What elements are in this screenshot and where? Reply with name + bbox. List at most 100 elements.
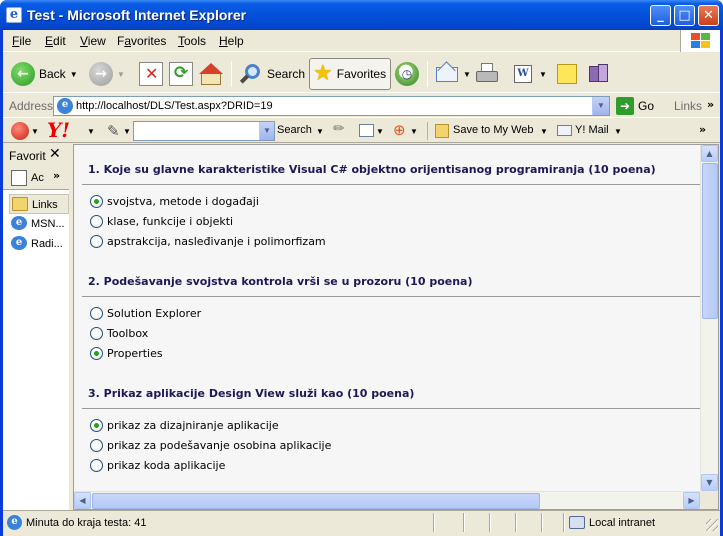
refresh-icon: ⟳ xyxy=(169,62,193,86)
radio-button[interactable] xyxy=(90,194,103,208)
ie-page-icon: e xyxy=(11,216,27,230)
close-pane-icon[interactable]: ✕ xyxy=(49,146,61,162)
radio-button[interactable] xyxy=(90,234,103,248)
pencil-icon[interactable]: ✎ xyxy=(107,122,120,140)
answer-option[interactable]: svojstva, metode i događaji xyxy=(90,193,259,209)
folder-icon xyxy=(12,197,28,211)
add-favorite-button[interactable]: Ac » xyxy=(3,166,69,190)
yahoo-search-dropdown-icon[interactable]: ▼ xyxy=(259,122,274,140)
yahoo-chevron-icon[interactable]: » xyxy=(699,123,706,136)
back-dropdown-icon[interactable]: ▼ xyxy=(70,70,78,79)
scroll-up-icon[interactable]: ▲ xyxy=(701,145,718,162)
page-content: 1. Koje su glavne karakteristike Visual … xyxy=(73,144,719,510)
horizontal-scroll-thumb[interactable] xyxy=(92,493,540,509)
go-button[interactable]: ➜ Go xyxy=(616,97,654,115)
mail-dropdown-icon[interactable]: ▼ xyxy=(463,70,471,79)
maximize-button[interactable]: □ xyxy=(674,5,695,26)
research-button[interactable] xyxy=(587,58,611,90)
scroll-down-icon[interactable]: ▼ xyxy=(701,474,718,491)
menu-view[interactable]: View xyxy=(80,34,106,48)
answer-option[interactable]: Toolbox xyxy=(90,325,148,341)
answer-option[interactable]: Properties xyxy=(90,345,163,361)
save-to-my-web-button[interactable]: Save to My Web xyxy=(453,124,534,136)
favorites-pane-title: Favorit xyxy=(9,149,46,163)
yahoo-mail-button[interactable]: Y! Mail xyxy=(575,124,609,136)
edit-dropdown-icon[interactable]: ▼ xyxy=(539,70,547,79)
favorite-item-links[interactable]: Links xyxy=(9,194,69,214)
menu-bar: File Edit View Favorites Tools Help xyxy=(3,30,720,52)
yahoo-search-dropdown-icon[interactable]: ▼ xyxy=(316,127,324,136)
yahoo-menu-dropdown-icon[interactable]: ▼ xyxy=(31,127,39,136)
highlighter-icon[interactable]: ✏ xyxy=(333,121,345,137)
title-bar[interactable]: e Test - Microsoft Internet Explorer _ □… xyxy=(0,0,723,30)
vertical-scrollbar[interactable]: ▲ ▼ xyxy=(700,145,718,491)
radio-button[interactable] xyxy=(90,214,103,228)
radio-button[interactable] xyxy=(90,306,103,320)
scrollbar-corner xyxy=(700,491,718,509)
history-button[interactable]: ◷ xyxy=(395,58,419,90)
antispy-icon[interactable]: ⊕ xyxy=(393,121,406,139)
stop-button[interactable]: ✕ xyxy=(139,58,163,90)
radio-button[interactable] xyxy=(90,326,103,340)
yahoo-mail-icon xyxy=(557,125,572,136)
back-button[interactable]: ← Back ▼ xyxy=(11,58,78,90)
search-button[interactable]: Search xyxy=(239,58,305,90)
yahoo-logo-dropdown-icon[interactable]: ▼ xyxy=(87,127,95,136)
favorites-button[interactable]: ★ Favorites xyxy=(309,58,392,90)
research-icon xyxy=(587,62,611,86)
discuss-button[interactable] xyxy=(555,58,579,90)
radio-button[interactable] xyxy=(90,458,103,472)
mail-dropdown-icon[interactable]: ▼ xyxy=(614,127,622,136)
yahoo-menu-icon[interactable] xyxy=(11,122,29,140)
radio-button[interactable] xyxy=(90,418,103,432)
my-web-folder-icon xyxy=(435,124,449,138)
save-dropdown-icon[interactable]: ▼ xyxy=(540,127,548,136)
yahoo-search-input[interactable]: ▼ xyxy=(133,121,275,141)
antispy-dropdown-icon[interactable]: ▼ xyxy=(410,127,418,136)
status-divider xyxy=(433,513,435,532)
vertical-scroll-thumb[interactable] xyxy=(702,163,718,319)
favorite-item-radio[interactable]: e Radi... xyxy=(9,234,69,254)
radio-button[interactable] xyxy=(90,346,103,360)
address-dropdown-icon[interactable]: ▼ xyxy=(592,97,609,115)
horizontal-scrollbar[interactable]: ◀ ▶ xyxy=(74,491,700,509)
edit-button[interactable]: W ▼ xyxy=(511,58,547,90)
menu-tools[interactable]: Tools xyxy=(178,34,206,48)
yahoo-toolbar: ▼ Y! ▼ ✎ ▼ ▼ Search ▼ ✏ ▼ ⊕ ▼ Save to My… xyxy=(3,119,720,143)
yahoo-logo[interactable]: Y! xyxy=(47,119,70,141)
close-button[interactable]: ✕ xyxy=(698,5,719,26)
answer-option[interactable]: Solution Explorer xyxy=(90,305,201,321)
answer-option[interactable]: prikaz za dizajniranje aplikacije xyxy=(90,417,279,433)
answer-option[interactable]: prikaz za podešavanje osobina aplikacije xyxy=(90,437,331,453)
menu-edit[interactable]: Edit xyxy=(45,34,66,48)
menu-file[interactable]: File xyxy=(12,34,31,48)
forward-button[interactable]: → ▼ xyxy=(89,58,125,90)
print-button[interactable] xyxy=(475,58,499,90)
note-icon xyxy=(555,62,579,86)
mail-button[interactable]: ▼ xyxy=(435,58,471,90)
menu-favorites[interactable]: Favorites xyxy=(117,34,166,48)
address-url: http://localhost/DLS/Test.aspx?DRID=19 xyxy=(76,100,273,112)
answer-option[interactable]: klase, funkcije i objekti xyxy=(90,213,233,229)
address-input[interactable]: e http://localhost/DLS/Test.aspx?DRID=19… xyxy=(53,96,610,116)
links-chevron-icon[interactable]: » xyxy=(707,98,714,111)
scroll-right-icon[interactable]: ▶ xyxy=(683,492,700,509)
radio-button[interactable] xyxy=(90,438,103,452)
browser-window: e Test - Microsoft Internet Explorer _ □… xyxy=(0,0,723,536)
refresh-button[interactable]: ⟳ xyxy=(169,58,193,90)
home-button[interactable] xyxy=(199,58,223,90)
pencil-dropdown-icon[interactable]: ▼ xyxy=(123,127,131,136)
links-toolbar-label[interactable]: Links xyxy=(674,99,702,113)
minimize-button[interactable]: _ xyxy=(650,5,671,26)
popup-blocker-dropdown-icon[interactable]: ▼ xyxy=(376,127,384,136)
question-divider xyxy=(82,184,700,185)
favorite-item-msn[interactable]: e MSN... xyxy=(9,214,69,234)
popup-blocker-icon[interactable] xyxy=(359,124,374,137)
resize-grip[interactable] xyxy=(706,519,718,531)
yahoo-search-button[interactable]: Search xyxy=(277,124,312,136)
menu-help[interactable]: Help xyxy=(219,34,244,48)
pane-chevron-icon[interactable]: » xyxy=(53,169,60,182)
answer-option[interactable]: apstrakcija, nasleđivanje i polimorfizam xyxy=(90,233,326,249)
scroll-left-icon[interactable]: ◀ xyxy=(74,492,91,509)
answer-option[interactable]: prikaz koda aplikacije xyxy=(90,457,225,473)
